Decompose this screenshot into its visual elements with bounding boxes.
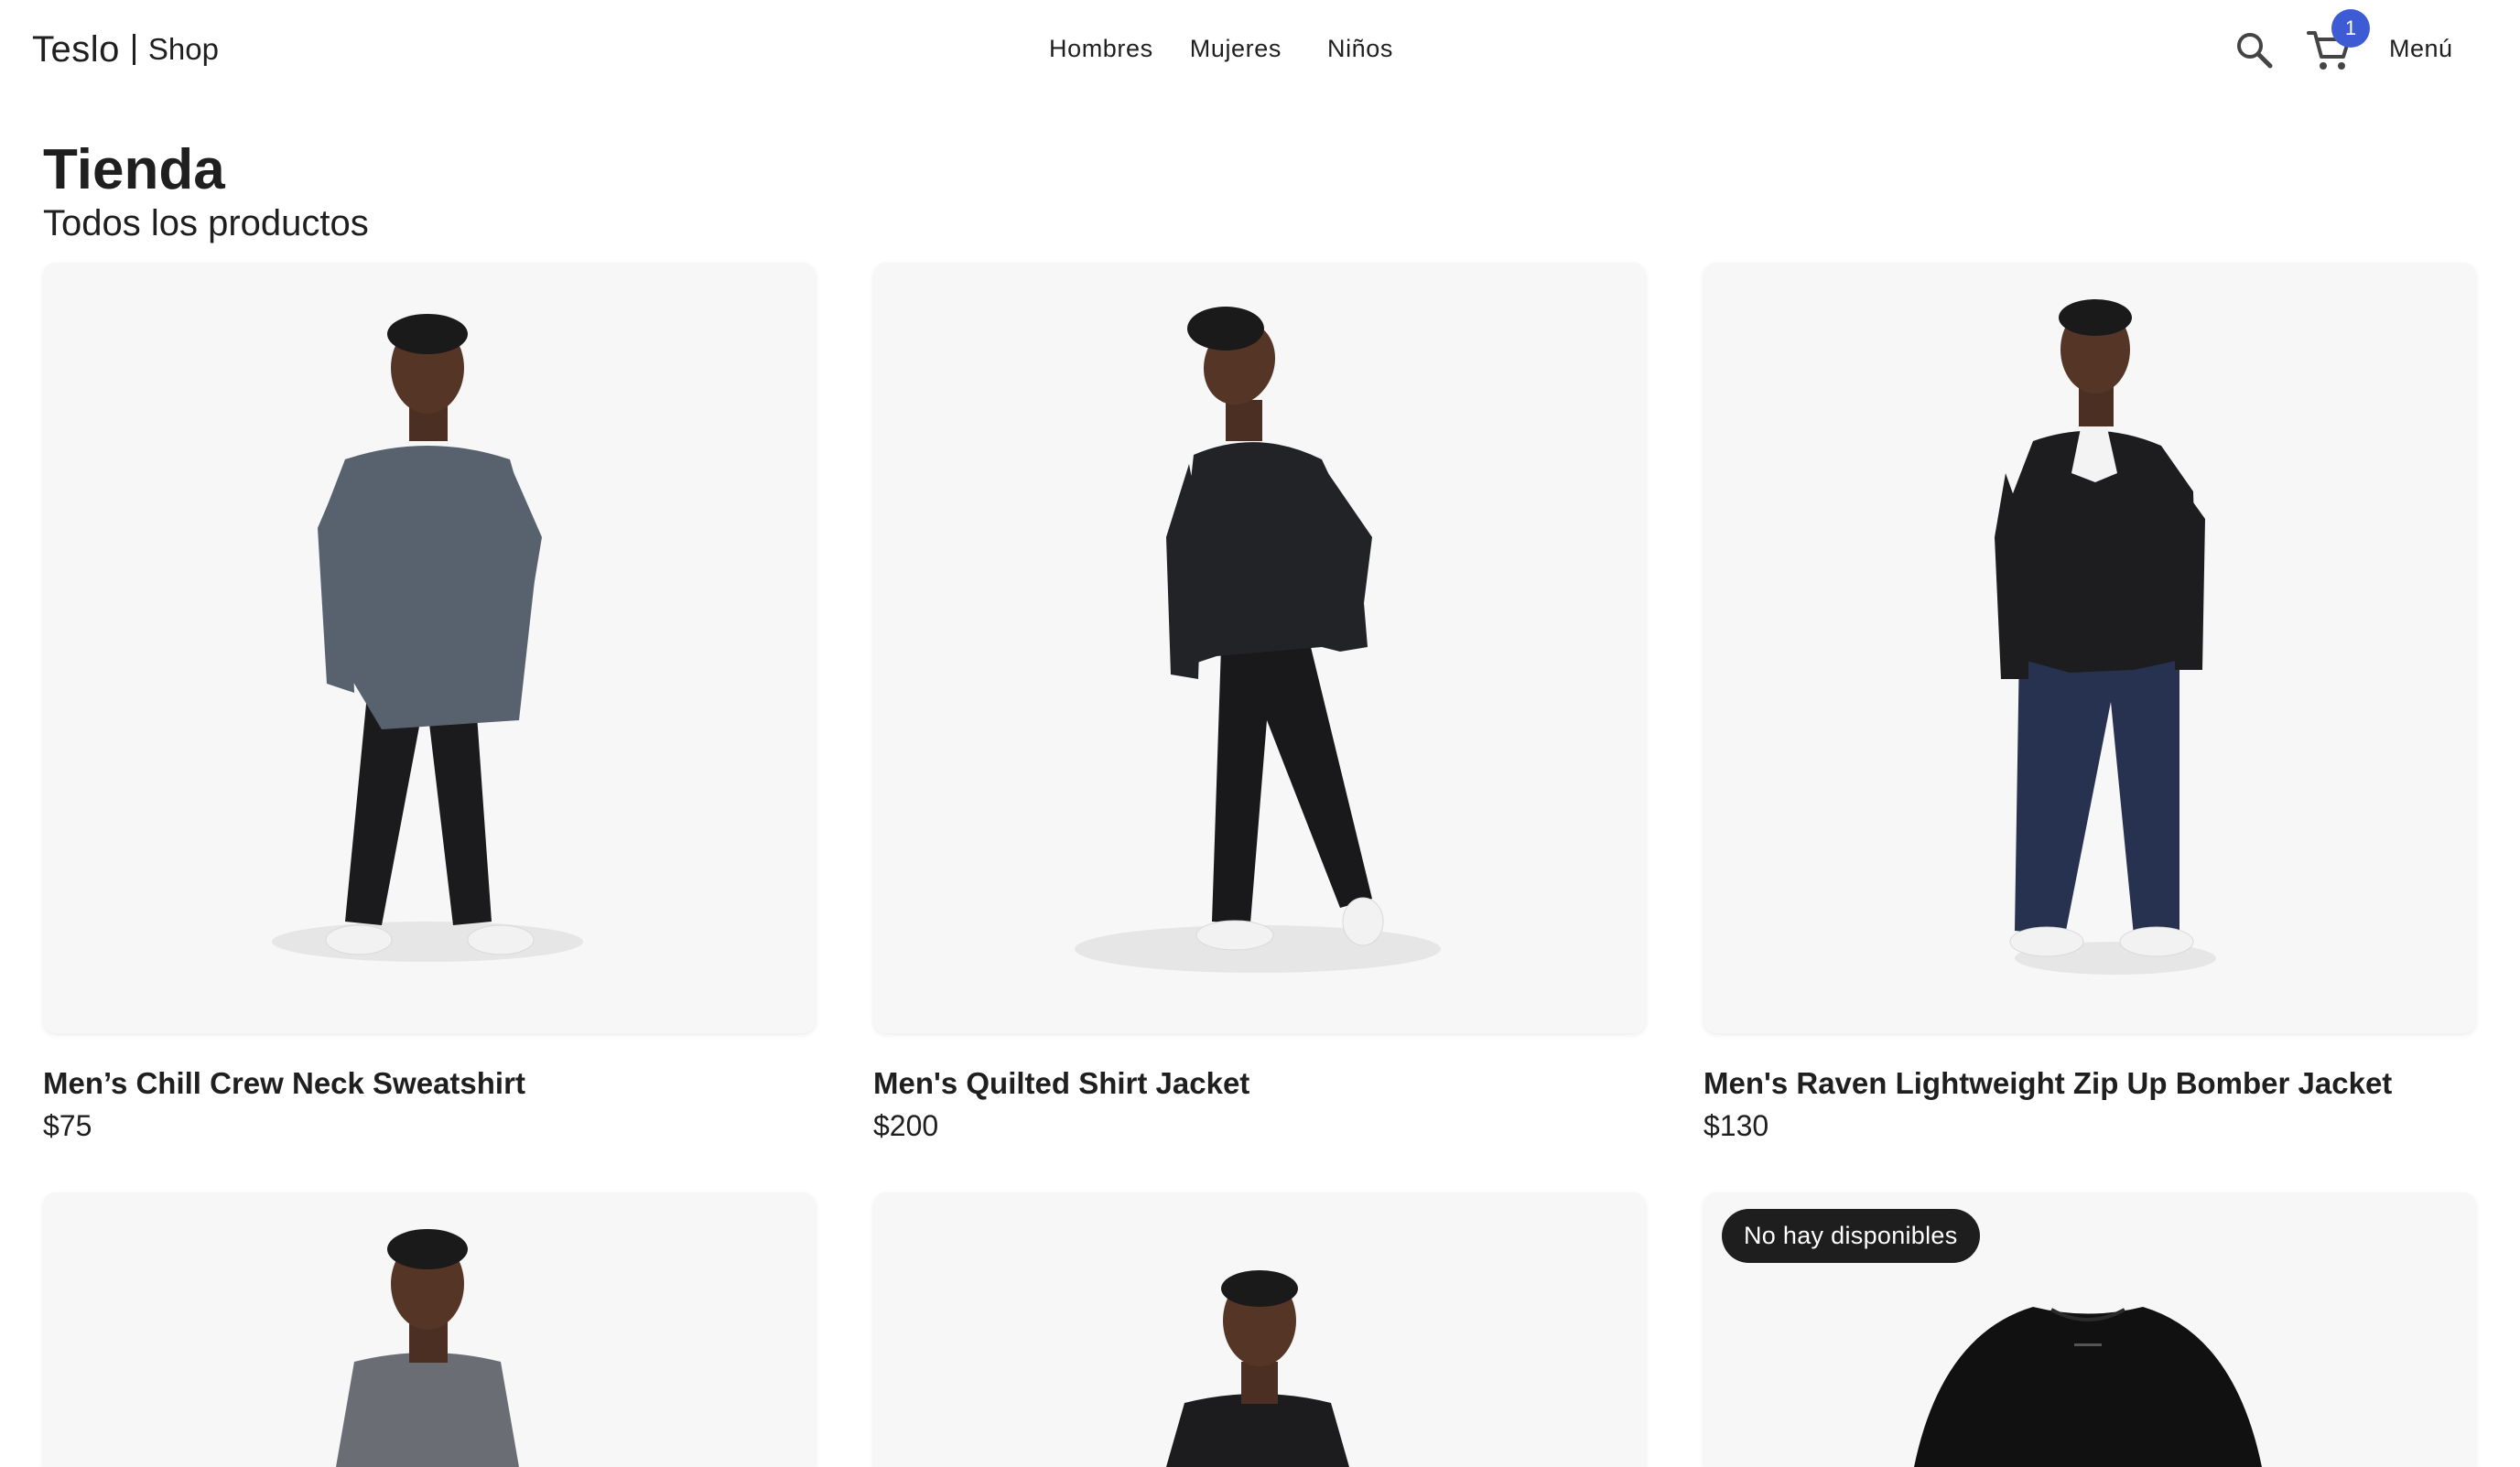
product-card[interactable] (873, 1192, 1646, 1467)
category-nav: Hombres Mujeres Niños (1031, 27, 1411, 70)
model-figure (1166, 1270, 1349, 1467)
product-card[interactable]: No hay disponibles (1703, 1192, 2476, 1467)
top-shape (1166, 1394, 1349, 1467)
product-image[interactable] (43, 1192, 816, 1467)
product-image[interactable]: No hay disponibles (1703, 1192, 2476, 1467)
model-figure (272, 314, 583, 962)
product-image[interactable] (873, 1192, 1646, 1467)
out-of-stock-badge: No hay disponibles (1722, 1209, 1980, 1263)
menu-button[interactable]: Menú (2389, 35, 2453, 63)
product-title[interactable]: Men’s Chill Crew Neck Sweatshirt (43, 1066, 525, 1101)
product-card[interactable]: Men’s Chill Crew Neck Sweatshirt $75 (43, 263, 816, 1142)
nav-item-ninos[interactable]: Niños (1309, 27, 1411, 70)
product-title[interactable]: Men's Quilted Shirt Jacket (873, 1066, 1249, 1101)
product-price: $200 (873, 1109, 939, 1142)
brand-sub: Shop (147, 32, 219, 66)
product-card[interactable] (43, 1192, 816, 1467)
nav-item-hombres[interactable]: Hombres (1031, 27, 1172, 70)
page-subtitle: Todos los productos (43, 203, 369, 243)
page-title: Tienda (43, 138, 225, 201)
brand-logo[interactable]: Teslo Shop (32, 26, 219, 73)
model-figure (336, 1229, 519, 1467)
top-shape (1914, 1307, 2262, 1467)
search-icon (2237, 33, 2273, 69)
search-button[interactable] (2232, 27, 2276, 71)
product-title[interactable]: Men's Raven Lightweight Zip Up Bomber Ja… (1703, 1066, 2392, 1101)
pants-shape (2015, 647, 2179, 935)
top-navbar: Teslo Shop Hombres Mujeres Niños 1 Menú (0, 0, 2520, 101)
product-price: $75 (43, 1109, 92, 1142)
cart-count-badge: 1 (2331, 9, 2370, 48)
product-card[interactable]: Men's Quilted Shirt Jacket $200 (873, 263, 1646, 1142)
product-image[interactable] (873, 263, 1646, 1033)
pants-shape (1212, 647, 1372, 923)
brand-divider (132, 34, 135, 65)
product-card[interactable]: Men's Raven Lightweight Zip Up Bomber Ja… (1703, 263, 2476, 1142)
nav-item-mujeres[interactable]: Mujeres (1172, 27, 1300, 70)
product-image[interactable] (1703, 263, 2476, 1033)
brand-name: Teslo (32, 28, 120, 70)
model-figure (1075, 307, 1441, 973)
product-price: $130 (1703, 1109, 1769, 1142)
product-image[interactable] (43, 263, 816, 1033)
top-shape (336, 1353, 519, 1467)
model-figure (1995, 299, 2216, 975)
